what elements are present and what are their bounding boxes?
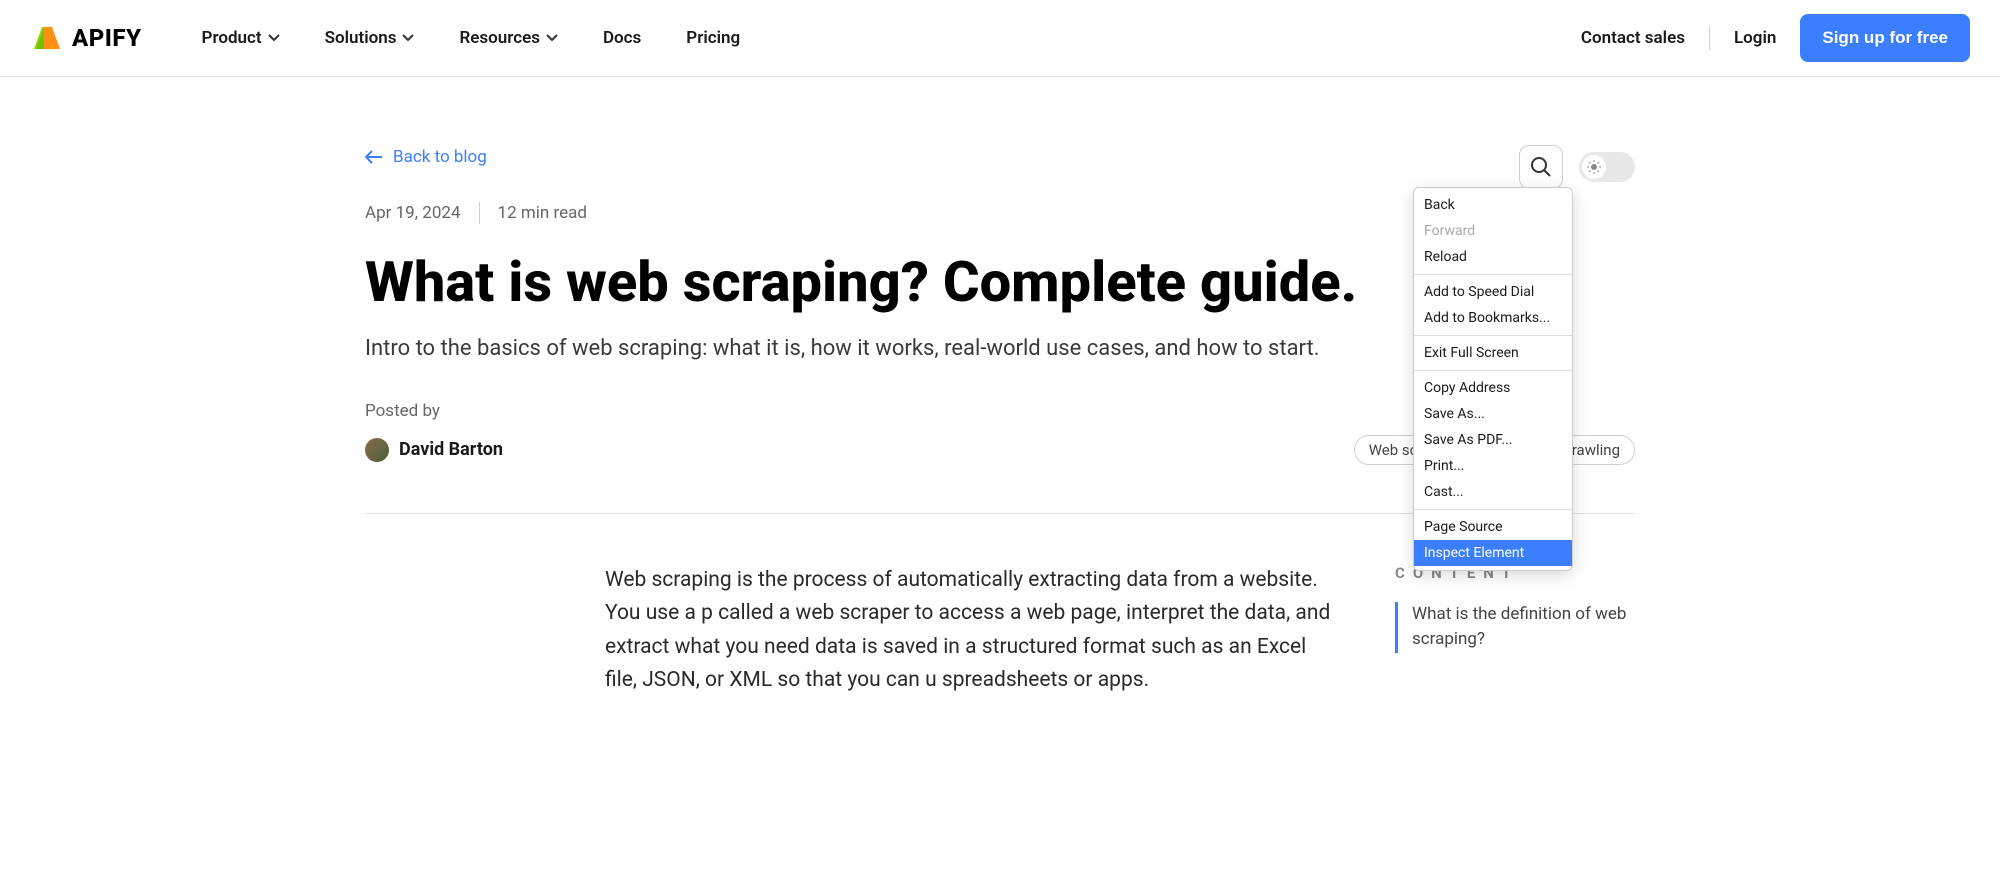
table-of-contents: CONTENT What is the definition of web sc… xyxy=(1395,564,1635,698)
context-reload[interactable]: Reload xyxy=(1414,244,1572,270)
nav-pricing-label: Pricing xyxy=(686,28,740,48)
context-menu: Back Forward Reload Add to Speed Dial Ad… xyxy=(1413,187,1573,571)
nav-product-label: Product xyxy=(202,28,262,48)
read-time: 12 min read xyxy=(498,203,587,223)
divider xyxy=(1414,335,1572,336)
nav-docs-label: Docs xyxy=(603,28,641,48)
nav-pricing[interactable]: Pricing xyxy=(686,28,740,48)
divider xyxy=(1709,26,1710,50)
author[interactable]: David Barton xyxy=(365,438,503,462)
nav-resources-label: Resources xyxy=(459,28,540,48)
context-bookmarks[interactable]: Add to Bookmarks... xyxy=(1414,305,1572,331)
divider xyxy=(1414,370,1572,371)
divider xyxy=(1414,274,1572,275)
context-save-as[interactable]: Save As... xyxy=(1414,401,1572,427)
contact-sales-link[interactable]: Contact sales xyxy=(1581,28,1685,48)
divider xyxy=(1414,509,1572,510)
main-header: APIFY Product Solutions Resources Docs P… xyxy=(0,0,2000,77)
context-page-source[interactable]: Page Source xyxy=(1414,514,1572,540)
toc-item-definition[interactable]: What is the definition of web scraping? xyxy=(1395,602,1635,653)
context-speed-dial[interactable]: Add to Speed Dial xyxy=(1414,279,1572,305)
body-row: Web scraping is the process of automatic… xyxy=(365,564,1635,698)
nav-solutions[interactable]: Solutions xyxy=(325,28,415,48)
context-cast[interactable]: Cast... xyxy=(1414,479,1572,505)
article-date: Apr 19, 2024 xyxy=(365,203,461,223)
theme-toggle[interactable] xyxy=(1579,152,1635,182)
back-link-label: Back to blog xyxy=(393,147,487,167)
divider xyxy=(479,202,480,224)
context-back[interactable]: Back xyxy=(1414,192,1572,218)
apify-logo-icon xyxy=(30,21,64,55)
chevron-down-icon xyxy=(268,34,280,42)
chevron-down-icon xyxy=(402,34,414,42)
nav-product[interactable]: Product xyxy=(202,28,280,48)
logo-text: APIFY xyxy=(72,24,142,52)
content-area: Back to blog Apr 19, 2024 12 min read Wh… xyxy=(265,77,1735,698)
chevron-down-icon xyxy=(546,34,558,42)
context-copy-address[interactable]: Copy Address xyxy=(1414,375,1572,401)
logo[interactable]: APIFY xyxy=(30,21,142,55)
nav-docs[interactable]: Docs xyxy=(603,28,641,48)
context-inspect-element[interactable]: Inspect Element xyxy=(1414,540,1572,566)
back-to-blog-link[interactable]: Back to blog xyxy=(365,147,1635,167)
article-body: Web scraping is the process of automatic… xyxy=(605,564,1335,698)
context-forward: Forward xyxy=(1414,218,1572,244)
search-icon xyxy=(1530,156,1552,178)
header-right: Contact sales Login Sign up for free xyxy=(1581,14,1970,62)
primary-nav: Product Solutions Resources Docs Pricing xyxy=(202,28,741,48)
author-name: David Barton xyxy=(399,439,503,460)
context-print[interactable]: Print... xyxy=(1414,453,1572,479)
nav-solutions-label: Solutions xyxy=(325,28,397,48)
top-controls xyxy=(1519,145,1635,189)
search-button[interactable] xyxy=(1519,145,1563,189)
sun-icon xyxy=(1587,160,1601,174)
nav-resources[interactable]: Resources xyxy=(459,28,558,48)
context-save-pdf[interactable]: Save As PDF... xyxy=(1414,427,1572,453)
signup-button[interactable]: Sign up for free xyxy=(1800,14,1970,62)
arrow-left-icon xyxy=(365,150,383,164)
theme-toggle-knob xyxy=(1582,155,1606,179)
avatar xyxy=(365,438,389,462)
login-link[interactable]: Login xyxy=(1734,28,1776,48)
context-exit-fullscreen[interactable]: Exit Full Screen xyxy=(1414,340,1572,366)
